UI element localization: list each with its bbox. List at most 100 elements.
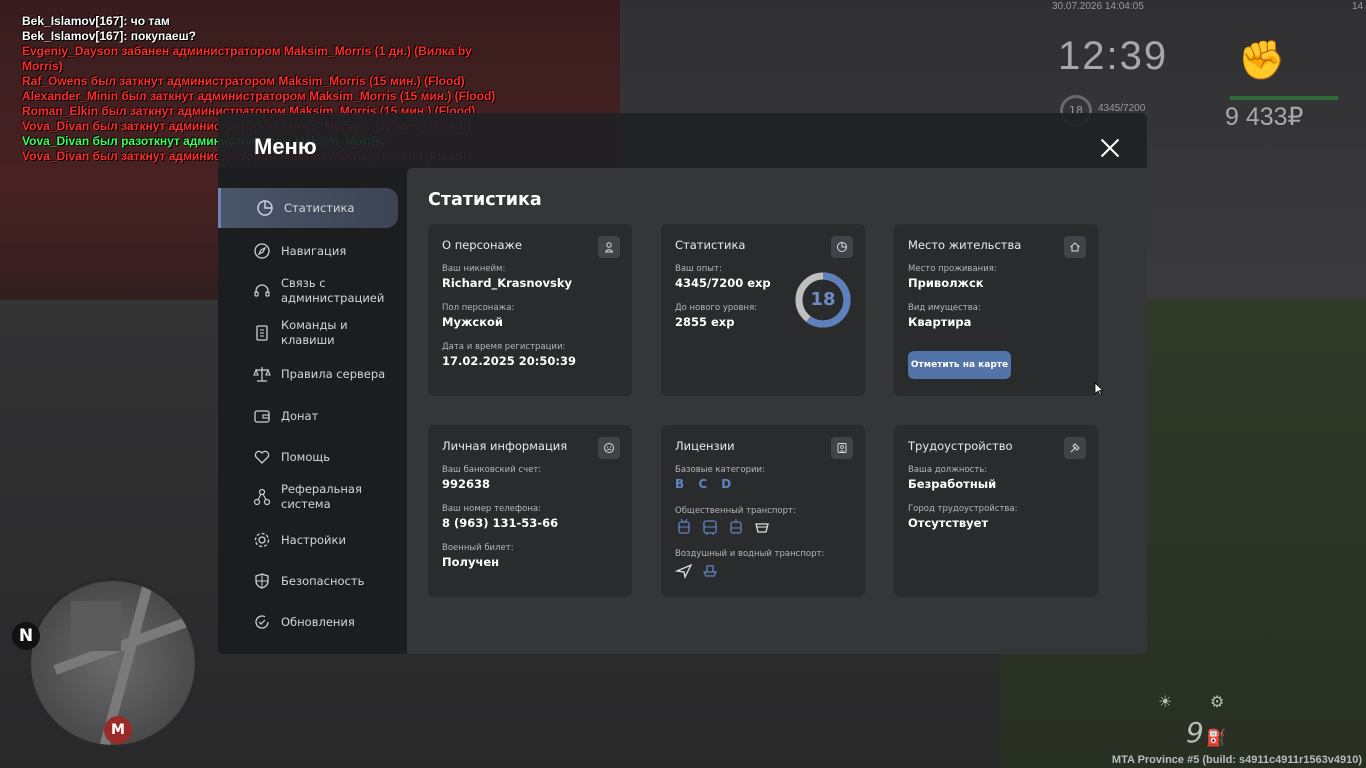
scales-icon (253, 367, 271, 382)
nav-item-statistics[interactable]: Статистика (218, 188, 398, 228)
nav-label: Безопасность (281, 573, 365, 588)
next-level-value: 2855 exp (675, 315, 735, 329)
build-info: MTA Province #5 (build: s4911c4911r1563v… (1111, 754, 1362, 766)
job-city-value: Отсутствует (908, 516, 989, 530)
nav-item-rules[interactable]: Правила сервера (218, 363, 398, 385)
gender-label: Пол персонажа: (442, 303, 515, 313)
home-icon (1064, 236, 1086, 258)
card-licenses: Лицензии Базовые категории: B C D Общест… (661, 425, 865, 597)
nav-item-help[interactable]: Помощь (218, 446, 398, 468)
document-icon (256, 325, 268, 341)
property-label: Вид имущества: (908, 303, 981, 313)
nav-label: Команды и клавиши (281, 318, 348, 347)
pie-chart-icon (257, 200, 273, 216)
fuel-icon: ⛽ (1206, 728, 1226, 747)
nav-item-security[interactable]: Безопасность (218, 570, 398, 592)
nav-item-settings[interactable]: Настройки (218, 529, 398, 551)
chat-message: Evgeniy_Dayson забанен администратором M… (22, 44, 472, 58)
id-card-icon (831, 437, 853, 459)
nav-item-navigation[interactable]: Навигация (218, 240, 398, 262)
position-value: Безработный (908, 477, 997, 491)
refresh-icon (255, 615, 269, 629)
card-residence: Место жительства Место проживания: Приво… (894, 224, 1098, 396)
hud-money: 9 433₽ (1225, 103, 1304, 131)
card-title: Трудоустройство (908, 439, 1013, 453)
chat-message: Bek_Islamov[167]: чо там (22, 14, 170, 28)
registration-label: Дата и время регистрации: (442, 342, 566, 352)
headset-icon (254, 284, 270, 297)
close-button[interactable] (1096, 134, 1124, 162)
card-employment: Трудоустройство Ваша должность: Безработ… (894, 425, 1098, 597)
tram-icon (730, 519, 742, 534)
heart-hand-icon (254, 450, 270, 464)
card-title: Личная информация (442, 439, 568, 453)
base-categories-value: B C D (675, 477, 737, 491)
card-title: О персонаже (442, 238, 522, 252)
phone-value: 8 (963) 131-53-66 (442, 516, 559, 530)
nav-label: Правила сервера (281, 366, 386, 381)
nav-item-donate[interactable]: Донат (218, 405, 398, 427)
nickname-value: Richard_Krasnovsky (442, 276, 572, 290)
registration-value: 17.02.2025 20:50:39 (442, 354, 576, 368)
chat-message: Bek_Islamov[167]: покупаеш? (22, 29, 196, 43)
card-title: Место жительства (908, 238, 1022, 252)
hud-speed: 9 (1186, 716, 1204, 749)
card-personal-info: Личная информация Ваш банковский счет: 9… (428, 425, 632, 597)
nav-label: Навигация (281, 243, 347, 258)
chat-message: Morris) (22, 59, 63, 73)
chat-message: Alexander_Minin был заткнут администрато… (22, 89, 496, 103)
compass-icon (254, 243, 270, 259)
boat-icon (702, 565, 718, 577)
face-icon (598, 437, 620, 459)
base-categories-label: Базовые категории: (675, 465, 765, 475)
hud-datetime: 30.07.2026 14:04:05 (1052, 1, 1144, 12)
minimap-building (71, 601, 121, 651)
shield-icon (255, 573, 269, 589)
menu-title: Меню (254, 134, 317, 159)
gear-icon (254, 532, 270, 548)
headlight-icon: ☀ (1158, 692, 1173, 711)
mark-on-map-button[interactable]: Отметить на карте (908, 351, 1011, 379)
residence-place-value: Приволжск (908, 276, 984, 290)
hud-clock: 12:39 (1058, 34, 1169, 78)
hud-corner-text: 14 (1352, 1, 1364, 12)
nav-label: Помощь (281, 449, 331, 464)
hammer-icon (1064, 437, 1086, 459)
military-value: Получен (442, 555, 500, 569)
referral-icon (253, 488, 271, 506)
residence-place-label: Место проживания: (908, 264, 997, 274)
nav-item-referral[interactable]: Реферальная система (218, 482, 398, 512)
bank-value: 992638 (442, 477, 491, 491)
metro-icon (755, 523, 769, 533)
next-level-label: До нового уровня: (675, 303, 758, 313)
military-label: Военный билет: (442, 543, 514, 553)
nav-label: Настройки (281, 532, 346, 547)
public-transport-icons (675, 518, 771, 536)
exp-label: Ваш опыт: (675, 264, 722, 274)
content-title: Статистика (428, 190, 542, 210)
hud-health-bar (1230, 96, 1338, 100)
nav-item-contact-admin[interactable]: Связь с администрацией (218, 276, 398, 306)
bank-label: Ваш банковский счет: (442, 465, 542, 475)
minimap-metro-marker: M (104, 716, 132, 744)
exp-value: 4345/7200 exp (675, 276, 771, 290)
airplane-icon (675, 563, 693, 579)
user-icon (598, 236, 620, 258)
fist-icon: ✊ (1238, 38, 1286, 82)
card-title: Статистика (675, 238, 746, 252)
card-character: О персонаже Ваш никнейм: Richard_Krasnov… (428, 224, 632, 396)
position-label: Ваша должность: (908, 465, 988, 475)
gender-value: Мужской (442, 315, 503, 329)
level-value: 18 (810, 289, 836, 310)
nav-item-commands[interactable]: Команды и клавиши (218, 318, 398, 347)
nav-label: Обновления (281, 614, 355, 629)
bus-icon (703, 520, 717, 535)
nav-item-updates[interactable]: Обновления (218, 611, 398, 633)
engine-icon: ⚙ (1210, 692, 1225, 711)
nav-label: Связь с администрацией (281, 276, 385, 305)
card-title: Лицензии (675, 439, 735, 453)
phone-label: Ваш номер телефона: (442, 504, 541, 514)
property-value: Квартира (908, 315, 972, 329)
chat-message: Raf_Owens был заткнут администратором Ma… (22, 74, 465, 88)
nickname-label: Ваш никнейм: (442, 264, 506, 274)
